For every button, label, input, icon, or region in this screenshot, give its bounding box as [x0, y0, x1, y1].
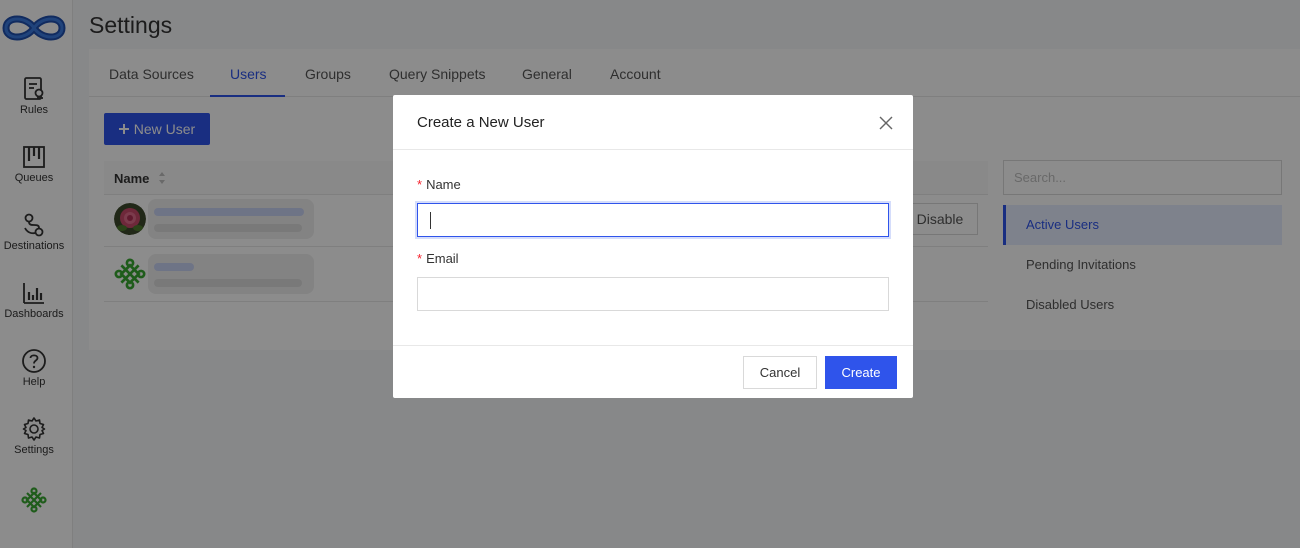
required-marker: *	[417, 177, 423, 192]
email-field-label: * Email	[417, 251, 459, 266]
modal-footer: Cancel Create	[393, 345, 913, 398]
modal-title: Create a New User	[417, 114, 545, 131]
name-field[interactable]	[417, 203, 889, 237]
cancel-button[interactable]: Cancel	[743, 356, 817, 389]
name-field-label: * Name	[417, 177, 461, 192]
required-marker: *	[417, 251, 423, 266]
email-field[interactable]	[417, 277, 889, 311]
modal-header: Create a New User	[393, 95, 913, 150]
text-caret	[430, 212, 431, 229]
create-user-modal: Create a New User * Name * Email Cancel Cr…	[393, 95, 913, 398]
create-button[interactable]: Create	[825, 356, 897, 389]
close-icon[interactable]	[879, 116, 893, 130]
